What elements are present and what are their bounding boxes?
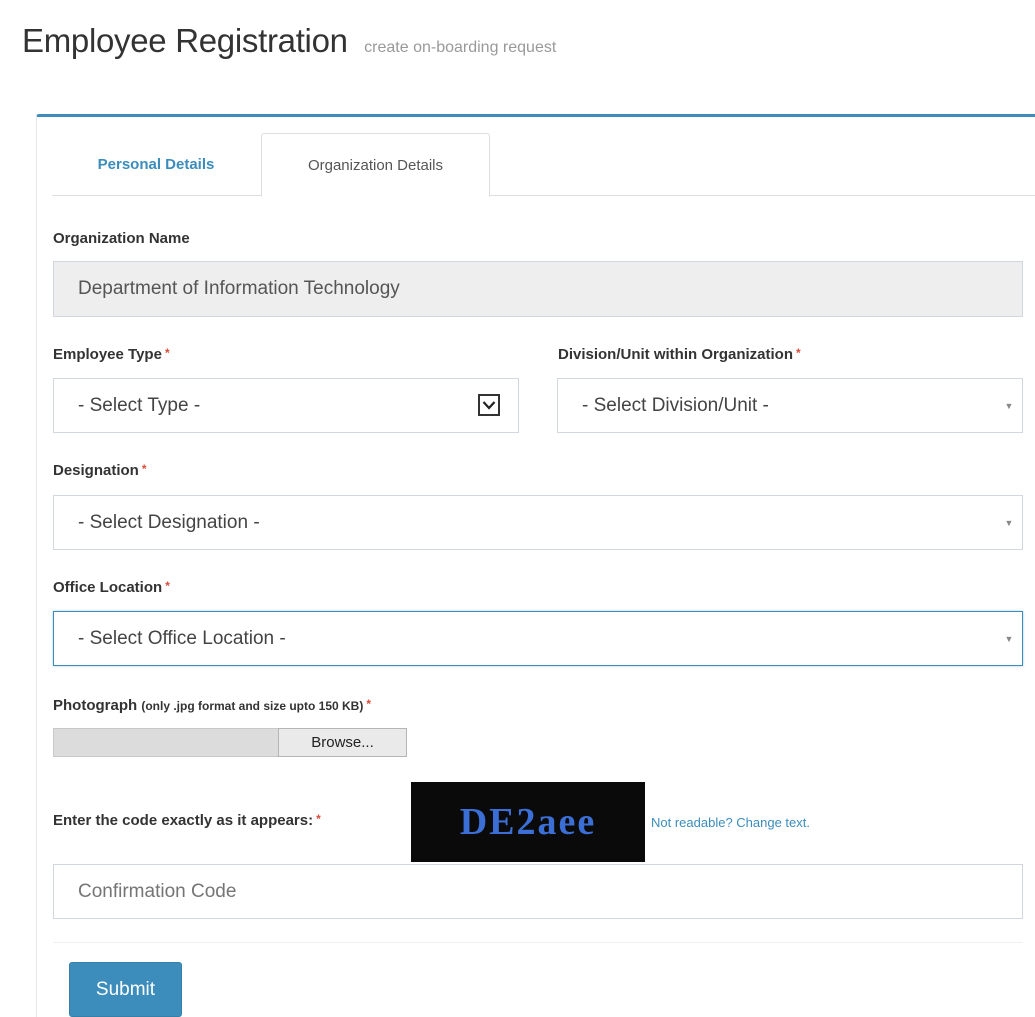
division-label-text: Division/Unit within Organization (558, 346, 793, 363)
caret-down-icon: ▼ (1004, 633, 1014, 644)
office-location-select[interactable]: - Select Office Location - ▼ (53, 611, 1023, 666)
footer-divider (53, 942, 1023, 943)
required-asterisk: * (141, 462, 147, 476)
tab-personal-details[interactable]: Personal Details (60, 133, 252, 196)
required-asterisk: * (796, 346, 801, 360)
division-select[interactable]: - Select Division/Unit - ▼ (557, 378, 1023, 433)
page-title: Employee Registration (22, 22, 348, 59)
office-location-label: Office Location * (53, 579, 170, 596)
caret-down-icon: ▼ (1004, 400, 1014, 411)
employee-type-label: Employee Type * (53, 346, 170, 363)
organization-name-value: Department of Information Technology (78, 278, 400, 299)
captcha-label-text: Enter the code exactly as it appears: (53, 812, 314, 829)
required-asterisk: * (366, 697, 372, 711)
captcha-label: Enter the code exactly as it appears: * (53, 812, 321, 829)
confirmation-code-input[interactable] (53, 864, 1023, 919)
employee-type-label-text: Employee Type (53, 346, 162, 363)
organization-name-label: Organization Name (53, 230, 190, 247)
caret-down-icon: ▼ (1004, 517, 1014, 528)
designation-label: Designation * (53, 462, 147, 479)
browse-button[interactable]: Browse... (278, 728, 407, 757)
file-path-display[interactable] (53, 728, 278, 757)
office-location-selected: - Select Office Location - (78, 627, 286, 649)
required-asterisk: * (164, 346, 170, 360)
page: Employee Registration create on-boarding… (0, 0, 1035, 1017)
captcha-image: DE2aee (411, 782, 645, 862)
chevron-down-icon[interactable] (478, 394, 500, 416)
designation-label-text: Designation (53, 462, 139, 479)
photograph-label-text: Photograph (53, 697, 138, 714)
division-selected: - Select Division/Unit - (582, 394, 769, 416)
tab-organization-details[interactable]: Organization Details (261, 133, 490, 197)
submit-button[interactable]: Submit (69, 962, 182, 1017)
required-asterisk: * (316, 812, 321, 826)
change-captcha-link[interactable]: Not readable? Change text. (651, 815, 810, 830)
organization-name-label-text: Organization Name (53, 230, 190, 247)
photograph-hint: (only .jpg format and size upto 150 KB) (141, 699, 364, 713)
required-asterisk: * (165, 579, 170, 593)
employee-type-selected: - Select Type - (78, 394, 201, 416)
designation-select[interactable]: - Select Designation - ▼ (53, 495, 1023, 550)
division-label: Division/Unit within Organization * (558, 346, 801, 363)
captcha-code: DE2aee (459, 801, 597, 843)
organization-name-field: Department of Information Technology (53, 261, 1023, 317)
photograph-label: Photograph (only .jpg format and size up… (53, 697, 371, 714)
office-location-label-text: Office Location (53, 579, 163, 596)
page-subtitle: create on-boarding request (364, 39, 557, 56)
designation-selected: - Select Designation - (78, 511, 260, 533)
page-header: Employee Registration create on-boarding… (22, 22, 556, 60)
employee-type-select[interactable]: - Select Type - (53, 378, 519, 433)
